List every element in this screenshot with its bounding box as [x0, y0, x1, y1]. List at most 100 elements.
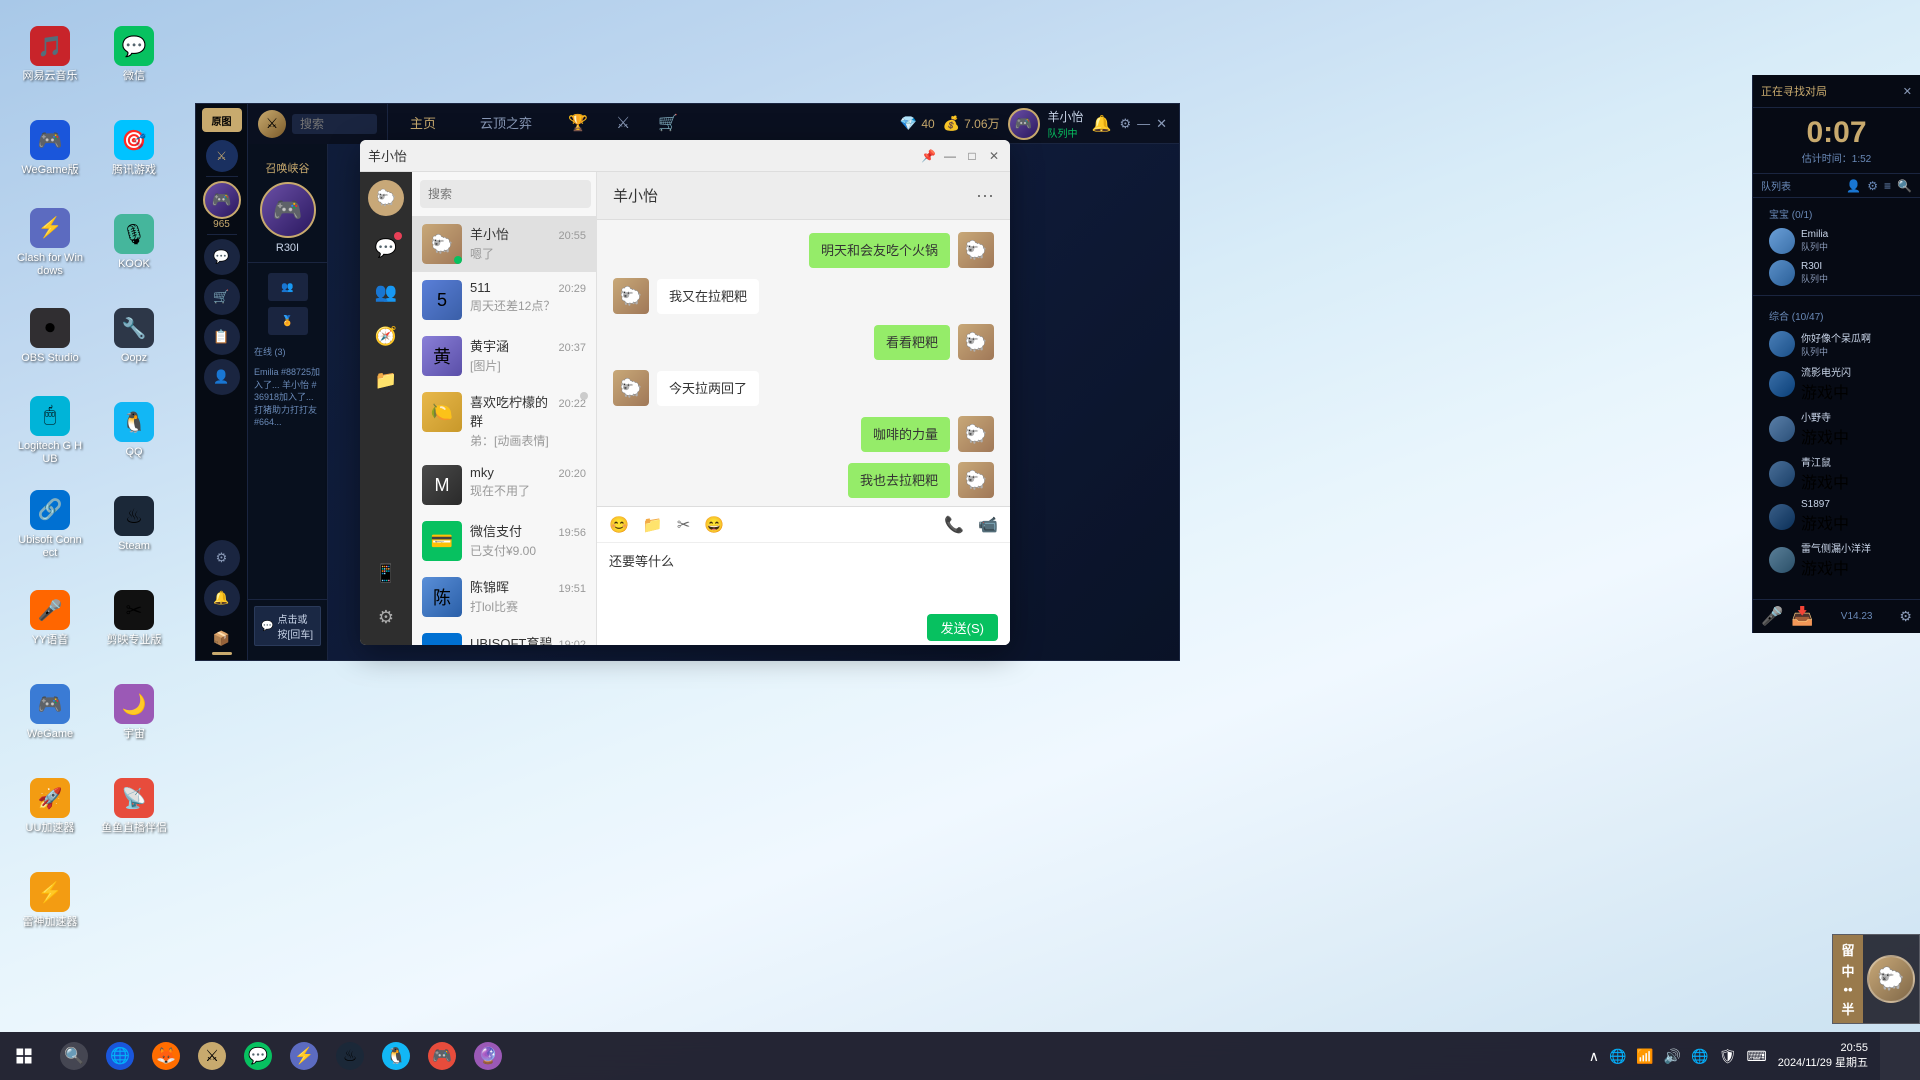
send-message-btn[interactable]: 发送(S)	[927, 614, 998, 641]
lol-icon-shop[interactable]: 🛒	[204, 279, 240, 315]
desktop-icon-uu[interactable]: 🚀 UU加速器	[10, 762, 90, 852]
cs-mic-icon[interactable]: 🎤	[1761, 606, 1783, 627]
show-desktop-btn[interactable]	[1880, 1032, 1920, 1080]
cs-settings-icon[interactable]: ⚙	[1867, 179, 1878, 193]
tray-network-icon[interactable]: 🌐	[1606, 1048, 1629, 1065]
tray-up-icon[interactable]: ∧	[1586, 1048, 1602, 1065]
wechat-mini-btn[interactable]: 📁	[366, 360, 406, 400]
taskbar-qq-taskbar[interactable]: 🐧	[374, 1034, 418, 1078]
wechat-window[interactable]: 羊小怡 📌 — □ ✕ 🐑 💬 👥 🧭	[360, 140, 1010, 645]
desktop-icon-qq[interactable]: 🐧 QQ	[94, 386, 174, 476]
lol-icon-chat[interactable]: 💬	[204, 239, 240, 275]
profile-avatar[interactable]: 🎮	[260, 182, 316, 238]
taskbar-extra2[interactable]: 🔮	[466, 1034, 510, 1078]
close-icon[interactable]: ✕	[1156, 116, 1167, 132]
tray-wifi-icon[interactable]: 📶	[1633, 1048, 1656, 1065]
lol-tab-icon1[interactable]: 🏆	[554, 104, 602, 144]
desktop-icon-oopz[interactable]: 🔧 Oopz	[94, 292, 174, 382]
cs-close-btn[interactable]: ✕	[1903, 85, 1912, 98]
queue-btn[interactable]: 💬 点击或按[回车]	[254, 606, 321, 646]
desktop-icon-thunder[interactable]: ⚡ 雷神加速器	[10, 856, 90, 946]
chat-item-511[interactable]: 5 511 20:29 周天还差12点？	[412, 272, 596, 328]
wechat-maximize-btn[interactable]: □	[964, 148, 980, 164]
bell-icon[interactable]: 🔔	[1092, 114, 1112, 134]
desktop-icon-logitech[interactable]: 🖱 Logitech G HUB	[10, 386, 90, 476]
tray-defender-icon[interactable]: 🛡	[1716, 1048, 1740, 1065]
chat-item-wechat-pay[interactable]: 💳 微信支付 19:56 已支付¥9.00	[412, 513, 596, 569]
tray-chrome-icon[interactable]: 🌐	[1688, 1048, 1711, 1065]
taskbar-clock[interactable]: 20:55 2024/11/29 星期五	[1778, 1041, 1880, 1072]
wechat-close-btn[interactable]: ✕	[986, 148, 1002, 164]
lol-icon-notification[interactable]: 🔔	[204, 580, 240, 616]
desktop-icon-netease[interactable]: 🎵 网易云音乐	[10, 10, 90, 100]
wechat-chat-btn[interactable]: 💬	[366, 228, 406, 268]
lol-tab-tft[interactable]: 云顶之弈	[458, 104, 554, 144]
taskbar-search[interactable]: 🔍	[52, 1034, 96, 1078]
chat-item-chenjinhui[interactable]: 陈 陈锦晖 19:51 打lol比赛	[412, 569, 596, 625]
sticker-btn[interactable]: 😄	[704, 515, 724, 535]
desktop-icon-kook[interactable]: 🎙 KOOK	[94, 198, 174, 288]
wechat-search-input[interactable]	[420, 180, 591, 208]
chat-item-lemon-group[interactable]: 🍋 喜欢吃柠檬的群 20:22 弟：[动画表情]	[412, 384, 596, 457]
chat-input-field[interactable]: 还要等什么	[597, 543, 1010, 604]
chat-item-yangxiaoyi[interactable]: 🐑 羊小怡 20:55 嗯了	[412, 216, 596, 272]
lol-icon-store2[interactable]: 📦	[204, 620, 240, 656]
taskbar-steam-taskbar[interactable]: ♨	[328, 1034, 372, 1078]
emoji-btn[interactable]: 😊	[609, 515, 629, 535]
cs-download-icon[interactable]: 📥	[1791, 606, 1813, 627]
cs-list-icon[interactable]: ≡	[1884, 179, 1891, 193]
wechat-user-avatar[interactable]: 🐑	[368, 180, 404, 216]
lol-user-area[interactable]: 🎮 羊小怡 队列中 🔔	[1008, 108, 1112, 140]
desktop-icon-ubisoft[interactable]: 🔗 Ubisoft Connect	[10, 480, 90, 570]
desktop-icon-wegame2[interactable]: 🎮 WeGame	[10, 668, 90, 758]
lol-icon-collection[interactable]: 📋	[204, 319, 240, 355]
chat-item-huangyuhan[interactable]: 黄 黄宇涵 20:37 [图片]	[412, 328, 596, 384]
taskbar-firefox[interactable]: 🦊	[144, 1034, 188, 1078]
wechat-pin-icon[interactable]: 📌	[921, 149, 936, 163]
settings-icon[interactable]: ⚙	[1119, 116, 1131, 132]
tray-keyboard-icon[interactable]: ⌨	[1743, 1048, 1769, 1065]
start-button[interactable]	[0, 1032, 48, 1080]
wechat-contacts-btn[interactable]: 👥	[366, 272, 406, 312]
lol-search-input[interactable]	[292, 114, 377, 134]
phone-call-icon[interactable]: 📞	[944, 515, 964, 535]
taskbar-browser[interactable]: 🌐	[98, 1034, 142, 1078]
desktop-icon-yuanshen[interactable]: 🌙 宇宙	[94, 668, 174, 758]
lol-nav-icon-summ[interactable]: ⚔	[206, 140, 238, 172]
wechat-discover-btn[interactable]: 🧭	[366, 316, 406, 356]
lol-nav-icon-home[interactable]: 原图	[202, 108, 242, 132]
desktop-icon-live[interactable]: 📡 鱼鱼直播伴侣	[94, 762, 174, 852]
scissors-btn[interactable]: ✂	[677, 515, 690, 535]
lol-nav-icon-profile[interactable]: 🎮	[203, 181, 241, 219]
wechat-phone-btn[interactable]: 📱	[366, 553, 406, 593]
friends-btn[interactable]: 👥	[268, 273, 308, 301]
chat-item-mky[interactable]: M mky 20:20 现在不用了	[412, 457, 596, 513]
clubs-btn[interactable]: 🏅	[268, 307, 308, 335]
video-call-icon[interactable]: 📹	[978, 515, 998, 535]
desktop-icon-clash[interactable]: ⚡ Clash for Windows	[10, 198, 90, 288]
taskbar-lol-taskbar[interactable]: ⚔	[190, 1034, 234, 1078]
wechat-settings-btn[interactable]: ⚙	[366, 597, 406, 637]
desktop-icon-capcut[interactable]: ✂ 剪映专业版	[94, 574, 174, 664]
cs-gear-icon[interactable]: ⚙	[1899, 608, 1912, 625]
chat-item-ubisoft[interactable]: U UBISOFT育碧 19:02 [内有福利] 诚聘一位拓…	[412, 625, 596, 645]
minimize-icon[interactable]: —	[1137, 116, 1150, 132]
desktop-icon-wegame[interactable]: 🎮 WeGame版	[10, 104, 90, 194]
desktop-icon-tencent[interactable]: 🎯 腾讯游戏	[94, 104, 174, 194]
lol-tab-icon2[interactable]: ⚔	[602, 104, 644, 144]
lol-tab-home[interactable]: 主页	[388, 104, 458, 144]
desktop-icon-obs[interactable]: ⏺ OBS Studio	[10, 292, 90, 382]
taskbar-extra1[interactable]: 🎮	[420, 1034, 464, 1078]
lol-icon-settings[interactable]: ⚙	[204, 540, 240, 576]
desktop-icon-steam[interactable]: ♨ Steam	[94, 480, 174, 570]
desktop-icon-yy[interactable]: 🎤 YY语音	[10, 574, 90, 664]
chat-more-btn[interactable]: ···	[976, 185, 994, 206]
cs-add-friend-icon[interactable]: 👤	[1846, 179, 1861, 193]
desktop-icon-wechat[interactable]: 💬 微信	[94, 10, 174, 100]
tray-volume-icon[interactable]: 🔊	[1661, 1048, 1684, 1065]
lol-icon-profile2[interactable]: 👤	[204, 359, 240, 395]
wechat-minimize-btn[interactable]: —	[942, 148, 958, 164]
file-btn[interactable]: 📁	[643, 515, 663, 535]
taskbar-wechat-taskbar[interactable]: 💬	[236, 1034, 280, 1078]
lol-tab-icon3[interactable]: 🛒	[644, 104, 692, 144]
